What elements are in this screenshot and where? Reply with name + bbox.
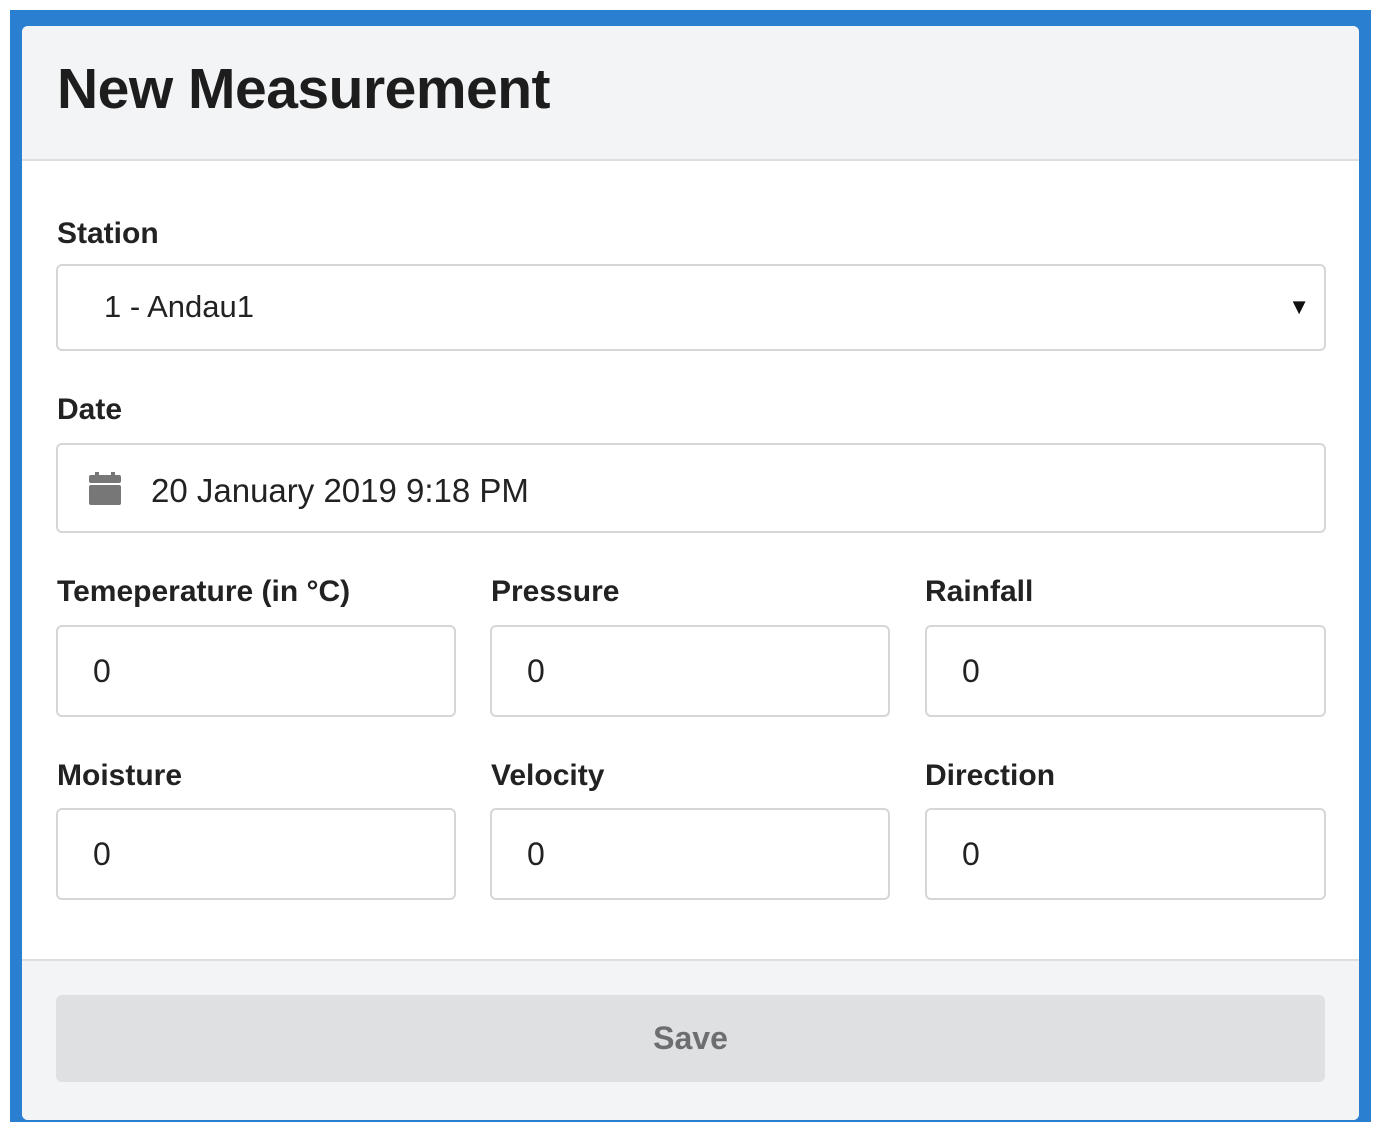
temperature-label: Temeperature (in °C) — [57, 575, 351, 608]
caret-down-icon[interactable]: ▼ — [1288, 292, 1310, 322]
form-header: New Measurement — [22, 26, 1359, 161]
date-picker[interactable]: 20 January 2019 9:18 PM — [56, 443, 1326, 533]
rainfall-field — [925, 625, 1326, 717]
temperature-input[interactable] — [58, 627, 454, 715]
moisture-input[interactable] — [58, 810, 454, 898]
velocity-field — [490, 808, 890, 900]
modal-frame: New Measurement Station 1 - Andau1 ▼ Dat… — [10, 10, 1371, 1122]
rainfall-label: Rainfall — [925, 575, 1034, 608]
direction-label: Direction — [925, 759, 1056, 792]
page-title: New Measurement — [57, 57, 551, 121]
date-label: Date — [57, 393, 123, 426]
save-button[interactable]: Save — [56, 995, 1325, 1082]
temperature-field — [56, 625, 456, 717]
velocity-label: Velocity — [491, 759, 605, 792]
form-footer: Save — [22, 959, 1359, 1120]
moisture-field — [56, 808, 456, 900]
direction-field — [925, 808, 1326, 900]
pressure-input[interactable] — [492, 627, 888, 715]
top-strip — [0, 0, 1373, 10]
pressure-label: Pressure — [491, 575, 620, 608]
measurement-form-card: New Measurement Station 1 - Andau1 ▼ Dat… — [22, 26, 1359, 1120]
rainfall-input[interactable] — [927, 627, 1324, 715]
pressure-field — [490, 625, 890, 717]
direction-input[interactable] — [927, 810, 1324, 898]
station-selected-value: 1 - Andau1 — [104, 289, 254, 324]
date-value: 20 January 2019 9:18 PM — [151, 472, 529, 509]
station-select[interactable]: 1 - Andau1 ▼ — [56, 264, 1326, 351]
station-label: Station — [57, 217, 159, 250]
calendar-icon — [89, 472, 121, 505]
velocity-input[interactable] — [492, 810, 888, 898]
moisture-label: Moisture — [57, 759, 183, 792]
